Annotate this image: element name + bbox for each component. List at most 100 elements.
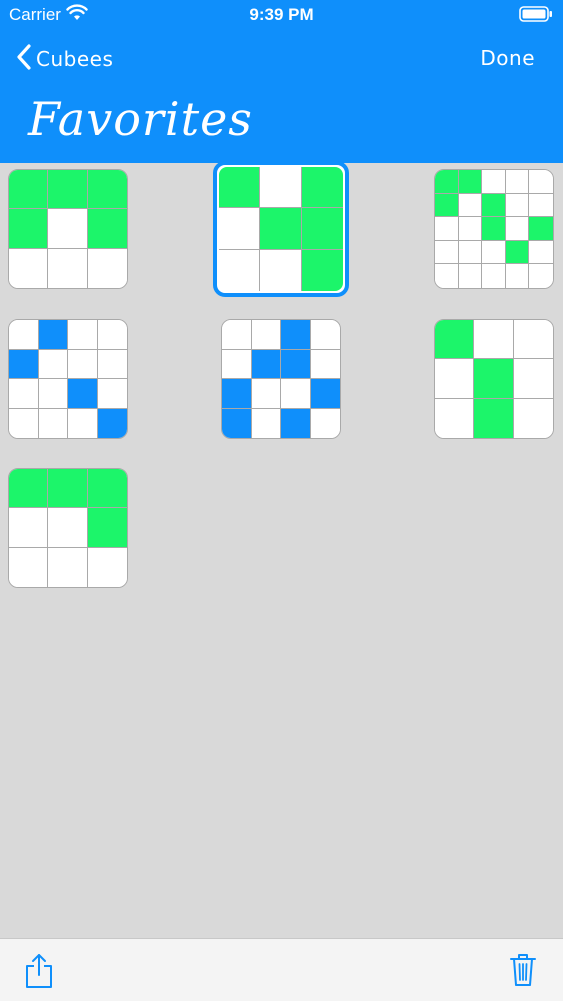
filled-cell <box>281 320 311 350</box>
empty-cell <box>222 349 252 379</box>
empty-cell <box>458 217 483 241</box>
filled-cell <box>529 217 553 241</box>
empty-cell <box>38 349 68 379</box>
empty-cell <box>9 320 39 350</box>
chevron-left-icon <box>16 43 32 75</box>
status-bar: Carrier 9:39 PM <box>0 0 563 30</box>
navigation-header: Carrier 9:39 PM Cubees Done Favorites <box>0 0 563 163</box>
empty-cell <box>9 379 39 409</box>
filled-cell <box>482 193 506 218</box>
filled-cell <box>435 170 459 194</box>
empty-cell <box>251 320 281 350</box>
empty-cell <box>251 379 281 409</box>
favorite-tile[interactable] <box>8 319 128 439</box>
back-button[interactable]: Cubees <box>16 44 113 74</box>
empty-cell <box>68 320 98 350</box>
filled-cell <box>9 170 49 210</box>
filled-cell <box>301 208 343 250</box>
filled-cell <box>87 209 127 249</box>
empty-cell <box>458 264 483 288</box>
filled-cell <box>38 320 68 350</box>
filled-cell <box>281 349 311 379</box>
empty-cell <box>435 264 459 288</box>
empty-cell <box>9 248 49 288</box>
empty-cell <box>9 408 39 438</box>
empty-cell <box>458 240 483 265</box>
empty-cell <box>222 320 252 350</box>
favorite-tile[interactable] <box>8 169 128 289</box>
empty-cell <box>48 209 88 249</box>
empty-cell <box>513 359 553 399</box>
empty-cell <box>68 408 98 438</box>
empty-cell <box>97 320 127 350</box>
status-time: 9:39 PM <box>249 5 314 24</box>
filled-cell <box>435 320 475 360</box>
empty-cell <box>482 264 506 288</box>
empty-cell <box>48 248 88 288</box>
trash-icon[interactable] <box>509 953 537 991</box>
filled-cell <box>87 170 127 210</box>
empty-cell <box>435 398 475 438</box>
filled-cell <box>505 240 530 265</box>
empty-cell <box>529 264 553 288</box>
filled-cell <box>9 349 39 379</box>
empty-cell <box>260 167 302 209</box>
empty-cell <box>310 320 340 350</box>
empty-cell <box>97 379 127 409</box>
filled-cell <box>301 249 343 291</box>
filled-cell <box>301 167 343 209</box>
filled-cell <box>222 408 252 438</box>
filled-cell <box>48 170 88 210</box>
filled-cell <box>251 349 281 379</box>
favorite-tile[interactable] <box>434 319 554 439</box>
empty-cell <box>68 349 98 379</box>
empty-cell <box>529 170 553 194</box>
empty-cell <box>38 408 68 438</box>
empty-cell <box>9 508 49 548</box>
page-title: Favorites <box>28 92 253 146</box>
empty-cell <box>513 320 553 360</box>
empty-cell <box>48 508 88 548</box>
empty-cell <box>505 217 530 241</box>
filled-cell <box>458 170 483 194</box>
empty-cell <box>38 379 68 409</box>
empty-cell <box>87 248 127 288</box>
empty-cell <box>219 208 261 250</box>
favorite-tile[interactable] <box>434 169 554 289</box>
filled-cell <box>97 408 127 438</box>
battery-icon <box>519 6 553 27</box>
filled-cell <box>474 359 514 399</box>
done-button[interactable]: Done <box>480 46 535 70</box>
filled-cell <box>9 469 49 509</box>
empty-cell <box>260 249 302 291</box>
empty-cell <box>505 193 530 218</box>
filled-cell <box>435 193 459 218</box>
empty-cell <box>482 170 506 194</box>
share-icon[interactable] <box>24 953 54 993</box>
favorite-tile-selected[interactable] <box>213 161 349 297</box>
filled-cell <box>482 217 506 241</box>
filled-cell <box>219 167 261 209</box>
empty-cell <box>310 408 340 438</box>
empty-cell <box>529 193 553 218</box>
filled-cell <box>281 408 311 438</box>
favorite-tile[interactable] <box>8 468 128 588</box>
empty-cell <box>9 547 49 587</box>
filled-cell <box>48 469 88 509</box>
empty-cell <box>97 349 127 379</box>
empty-cell <box>482 240 506 265</box>
empty-cell <box>474 320 514 360</box>
empty-cell <box>458 193 483 218</box>
bottom-toolbar <box>0 938 563 1001</box>
empty-cell <box>505 170 530 194</box>
empty-cell <box>281 379 311 409</box>
empty-cell <box>435 217 459 241</box>
favorites-grid <box>0 161 563 938</box>
empty-cell <box>251 408 281 438</box>
empty-cell <box>435 359 475 399</box>
favorite-tile[interactable] <box>221 319 341 439</box>
filled-cell <box>87 508 127 548</box>
empty-cell <box>435 240 459 265</box>
empty-cell <box>87 547 127 587</box>
filled-cell <box>68 379 98 409</box>
